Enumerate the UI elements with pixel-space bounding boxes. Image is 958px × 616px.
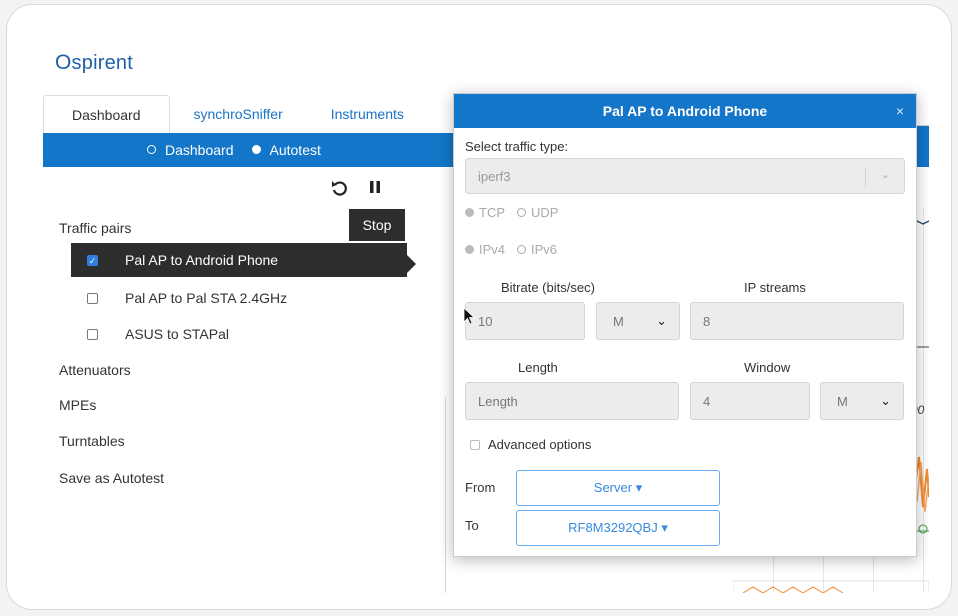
length-input[interactable]: Length <box>465 382 679 420</box>
radio-icon <box>147 145 156 154</box>
traffic-pair-dialog: Pal AP to Android Phone × Select traffic… <box>453 93 917 557</box>
traffic-type-label: Select traffic type: <box>465 139 569 154</box>
radio-selected-icon <box>465 208 474 217</box>
tab-dashboard[interactable]: Dashboard <box>43 95 170 133</box>
screenshot-frame: Ospirent Dashboard synchroSniffer Instru… <box>6 4 952 610</box>
tab-instruments[interactable]: Instruments <box>307 95 428 133</box>
sidebar-item-mpes[interactable]: MPEs <box>59 397 96 413</box>
subnav-dashboard-option[interactable]: Dashboard <box>147 133 234 167</box>
radio-icon <box>517 245 527 254</box>
panel-divider <box>445 397 446 593</box>
traffic-pair-item[interactable]: ASUS to STAPal <box>71 317 411 351</box>
playback-controls <box>331 179 381 197</box>
ip-version-radio-group: IPv4 IPv6 <box>465 242 557 257</box>
pause-icon[interactable] <box>369 179 381 195</box>
from-label: From <box>465 480 496 495</box>
tcp-radio[interactable]: TCP <box>465 205 505 220</box>
radio-icon <box>517 208 526 217</box>
window-label: Window <box>744 360 791 375</box>
sidebar-item-attenuators[interactable]: Attenuators <box>59 362 131 378</box>
ipv4-radio[interactable]: IPv4 <box>465 242 505 257</box>
checkbox-icon[interactable] <box>87 293 98 304</box>
chevron-down-icon: ⌄ <box>880 393 891 408</box>
from-dropdown[interactable]: Server ▾ <box>516 470 720 506</box>
mouse-cursor-icon <box>463 307 475 325</box>
close-icon[interactable]: × <box>896 94 904 128</box>
app-window: Ospirent Dashboard synchroSniffer Instru… <box>43 37 929 593</box>
select-divider <box>865 167 866 187</box>
spirent-logo: Ospirent <box>55 51 133 74</box>
traffic-type-value: iperf3 <box>478 169 511 184</box>
traffic-pair-item[interactable]: ✓ Pal AP to Android Phone <box>71 243 407 277</box>
chart-bar <box>916 126 929 166</box>
ipv6-radio[interactable]: IPv6 <box>517 242 557 257</box>
refresh-icon[interactable] <box>331 179 347 197</box>
sidebar-item-turntables[interactable]: Turntables <box>59 433 125 449</box>
checkbox-checked-icon[interactable]: ✓ <box>87 255 98 266</box>
window-input[interactable]: 4 <box>690 382 810 420</box>
bitrate-label: Bitrate (bits/sec) <box>501 280 595 295</box>
stop-button[interactable]: Stop <box>349 209 405 241</box>
advanced-options-label: Advanced options <box>488 437 592 452</box>
udp-radio[interactable]: UDP <box>517 205 558 220</box>
chevron-down-icon: ⌄ <box>656 313 667 328</box>
traffic-pair-item[interactable]: Pal AP to Pal STA 2.4GHz <box>71 281 411 315</box>
series-line <box>742 586 844 593</box>
bitrate-unit-select[interactable]: M ⌄ <box>596 302 680 340</box>
radio-selected-icon <box>251 145 261 154</box>
main-tabs: Dashboard synchroSniffer Instruments <box>43 95 428 133</box>
ip-streams-label: IP streams <box>744 280 806 295</box>
subnav-autotest-option[interactable]: Autotest <box>251 133 321 167</box>
to-dropdown[interactable]: RF8M3292QBJ ▾ <box>516 510 720 546</box>
radio-selected-icon <box>465 245 474 254</box>
window-unit-select[interactable]: M ⌄ <box>820 382 904 420</box>
checkbox-icon[interactable] <box>87 329 98 340</box>
protocol-radio-group: TCP UDP <box>465 205 558 220</box>
dialog-title: Pal AP to Android Phone <box>454 94 916 128</box>
traffic-type-select[interactable]: iperf3 ⌄ <box>465 158 905 194</box>
traffic-pairs-heading[interactable]: Traffic pairs <box>59 220 131 236</box>
selection-pointer-icon <box>407 255 416 273</box>
data-point <box>918 524 928 534</box>
bitrate-input[interactable]: 10 <box>465 302 585 340</box>
tab-synchrosniffer[interactable]: synchroSniffer <box>170 95 307 133</box>
ip-streams-input[interactable]: 8 <box>690 302 904 340</box>
sidebar-item-save-autotest[interactable]: Save as Autotest <box>59 470 164 486</box>
advanced-options-checkbox[interactable] <box>470 440 480 450</box>
to-label: To <box>465 518 479 533</box>
length-label: Length <box>518 360 558 375</box>
chart-frame <box>733 580 929 593</box>
chevron-down-icon: ⌄ <box>880 169 890 181</box>
